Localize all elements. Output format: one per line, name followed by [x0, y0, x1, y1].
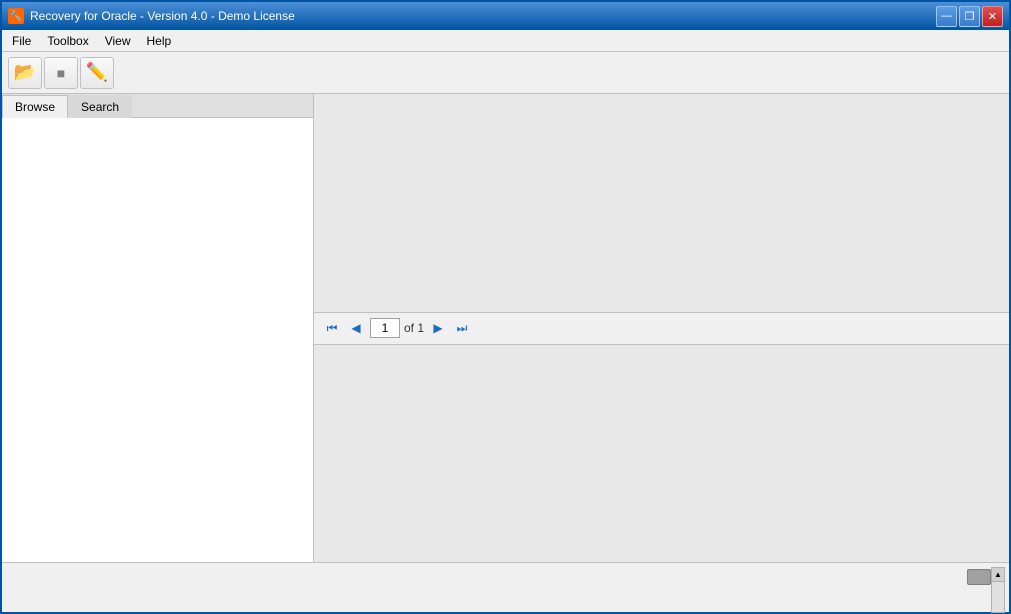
toolbar: 📂 ■ ✏️: [2, 52, 1009, 94]
page-of-label: of 1: [404, 321, 424, 335]
tab-search[interactable]: Search: [68, 95, 132, 118]
title-bar-left: 🔧 Recovery for Oracle - Version 4.0 - De…: [8, 8, 295, 24]
left-panel: Browse Search: [2, 94, 314, 562]
status-bar: ▲: [2, 562, 1009, 612]
scrollbar[interactable]: ▲: [991, 567, 1005, 613]
menu-help[interactable]: Help: [139, 30, 180, 51]
prev-page-button[interactable]: ◀: [346, 318, 366, 338]
window-title: Recovery for Oracle - Version 4.0 - Demo…: [30, 9, 295, 23]
minimize-button[interactable]: —: [936, 6, 957, 27]
open-folder-button[interactable]: 📂: [8, 57, 42, 89]
prev-page-icon: ◀: [351, 321, 360, 335]
stop-icon: ■: [57, 65, 65, 81]
tab-browse[interactable]: Browse: [2, 95, 68, 118]
title-bar: 🔧 Recovery for Oracle - Version 4.0 - De…: [2, 2, 1009, 30]
stop-button[interactable]: ■: [44, 57, 78, 89]
menu-toolbox[interactable]: Toolbox: [39, 30, 96, 51]
first-page-button[interactable]: ⏮: [322, 318, 342, 338]
content-lower: [314, 345, 1009, 563]
last-page-icon: ⏭: [457, 321, 468, 336]
app-icon: 🔧: [8, 8, 24, 24]
restore-button[interactable]: ❐: [959, 6, 980, 27]
content-upper: [314, 94, 1009, 313]
edit-button[interactable]: ✏️: [80, 57, 114, 89]
main-area: Browse Search ⏮ ◀ of 1: [2, 94, 1009, 562]
main-window: 🔧 Recovery for Oracle - Version 4.0 - De…: [0, 0, 1011, 614]
edit-icon: ✏️: [86, 62, 108, 83]
right-panel: ⏮ ◀ of 1 ▶ ⏭: [314, 94, 1009, 562]
folder-icon: 📂: [14, 62, 36, 83]
next-page-button[interactable]: ▶: [428, 318, 448, 338]
window-controls: — ❐ ✕: [936, 6, 1003, 27]
scrollbar-up-button[interactable]: ▲: [992, 568, 1004, 582]
status-icon: [967, 569, 991, 585]
menu-view[interactable]: View: [97, 30, 139, 51]
tab-bar: Browse Search: [2, 94, 313, 118]
close-button[interactable]: ✕: [982, 6, 1003, 27]
pagination-bar: ⏮ ◀ of 1 ▶ ⏭: [314, 313, 1009, 345]
menu-bar: File Toolbox View Help: [2, 30, 1009, 52]
page-input[interactable]: [370, 318, 400, 338]
next-page-icon: ▶: [433, 321, 442, 335]
menu-file[interactable]: File: [4, 30, 39, 51]
first-page-icon: ⏮: [327, 321, 338, 336]
last-page-button[interactable]: ⏭: [452, 318, 472, 338]
left-panel-content: [2, 118, 313, 562]
